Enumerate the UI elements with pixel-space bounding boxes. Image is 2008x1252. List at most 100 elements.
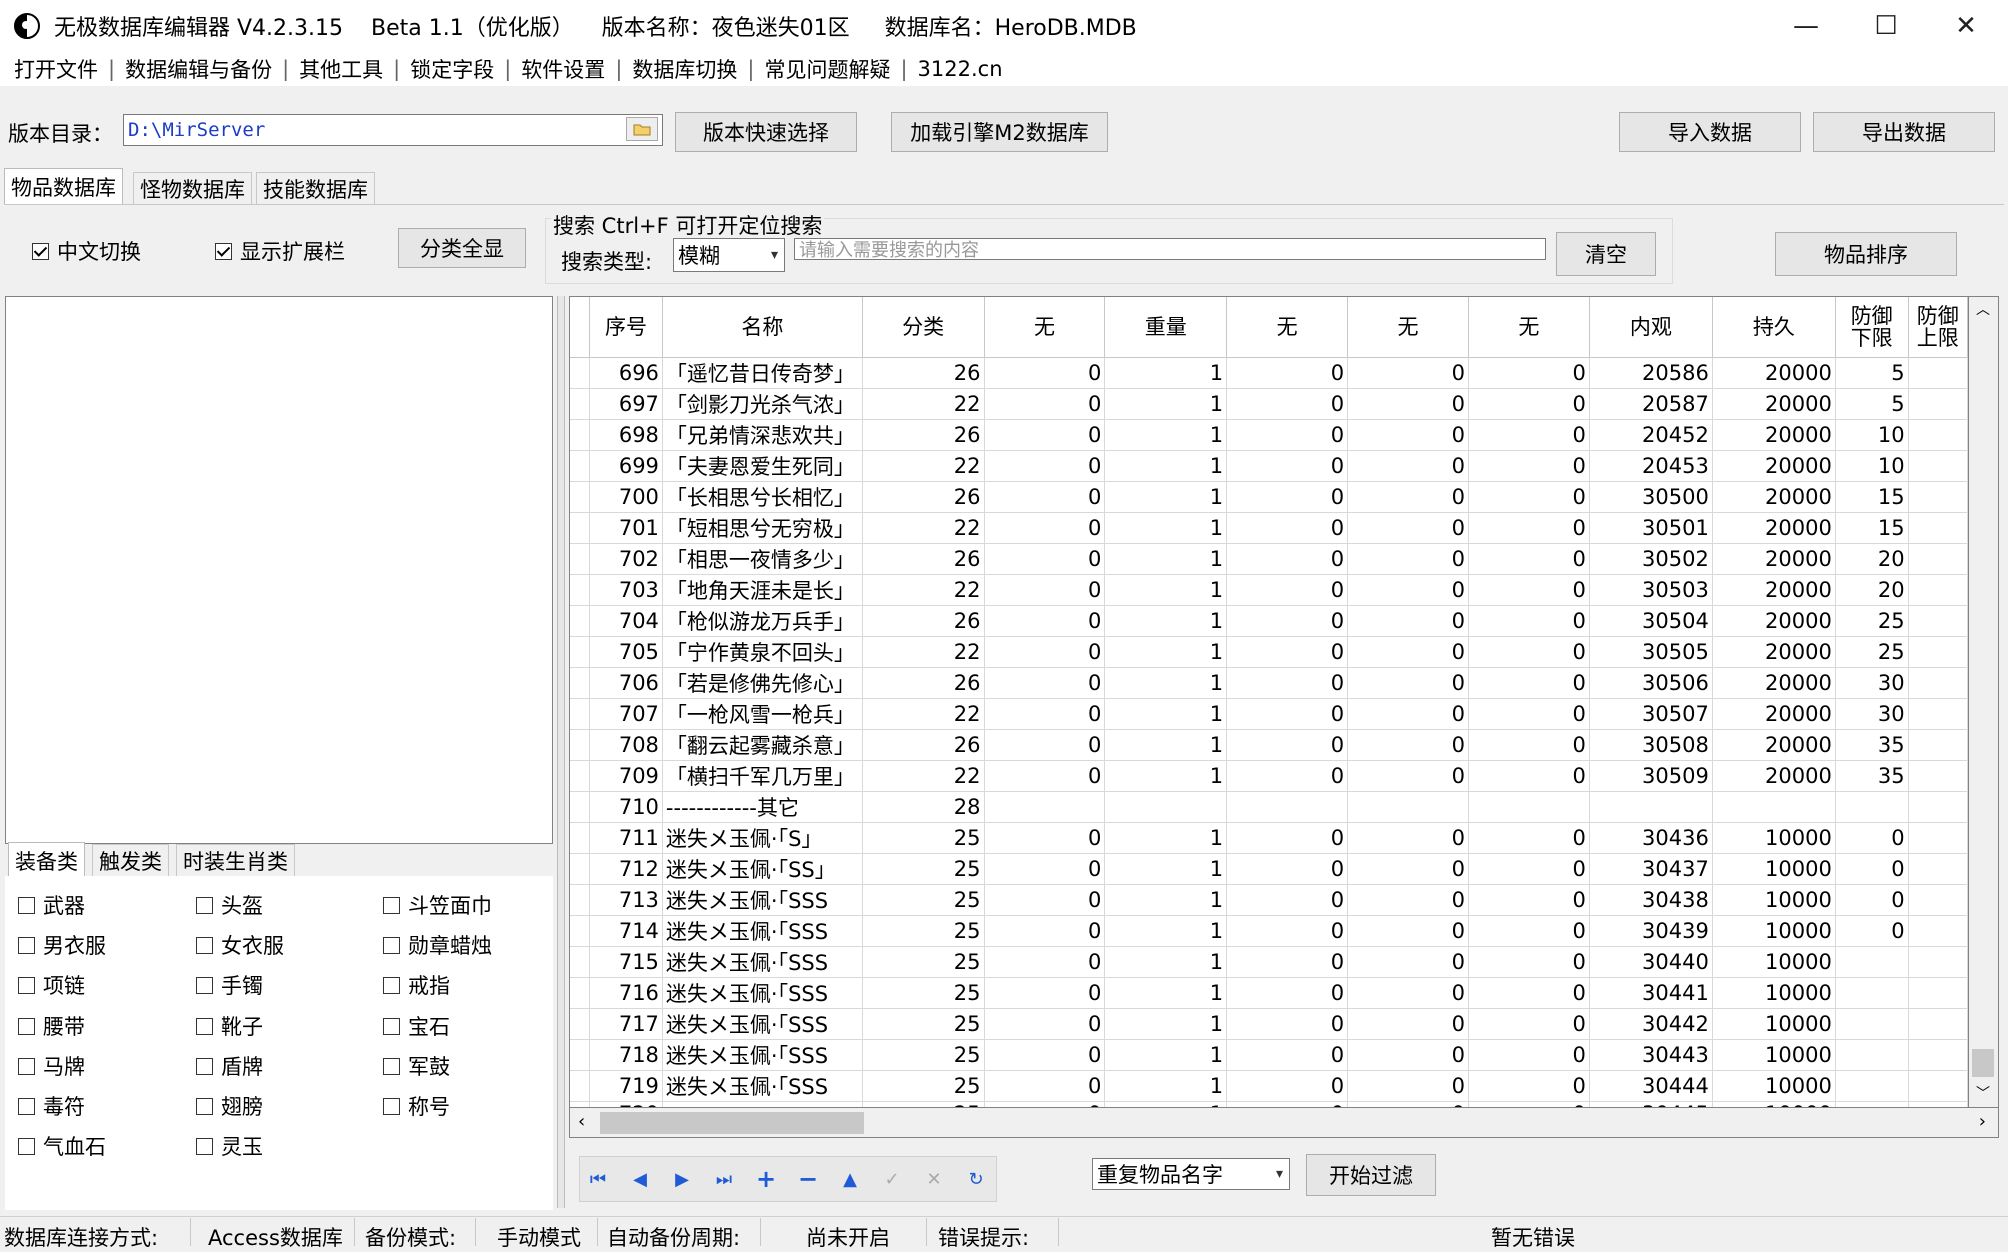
table-row[interactable]: 714 迷失メ玉佩·「SSS 25 0 1 0 0 0 30439 10000 0 (570, 915, 1968, 947)
delete-record-icon[interactable]: − (791, 1162, 825, 1196)
table-cell[interactable]: 700 (589, 481, 663, 513)
table-cell[interactable] (1908, 853, 1968, 885)
table-cell[interactable]: 699 (589, 450, 663, 482)
table-cell[interactable]: 0 (1468, 605, 1590, 637)
table-row[interactable]: 697 「剑影刀光杀气浓」 22 0 1 0 0 0 20587 20000 5 (570, 388, 1968, 420)
table-cell[interactable]: 20000 (1712, 481, 1836, 513)
sort-items-button[interactable]: 物品排序 (1775, 232, 1957, 276)
table-cell[interactable]: 30437 (1589, 853, 1713, 885)
row-header[interactable] (570, 915, 590, 947)
table-cell[interactable]: 0 (984, 357, 1106, 389)
scroll-up-icon[interactable]: ︿ (1969, 299, 1997, 323)
table-cell[interactable]: 20000 (1712, 388, 1836, 420)
table-cell[interactable]: 20000 (1712, 450, 1836, 482)
table-cell[interactable]: 10000 (1712, 1101, 1836, 1107)
table-cell[interactable]: 0 (1226, 760, 1349, 792)
table-cell[interactable]: 10 (1835, 450, 1909, 482)
table-cell[interactable]: 0 (1347, 605, 1469, 637)
filter-type-select[interactable]: 重复物品名字 ▾ (1092, 1158, 1290, 1190)
table-row[interactable]: 712 迷失メ玉佩·「SS」 25 0 1 0 0 0 30437 10000 0 (570, 853, 1968, 885)
column-header[interactable]: 名称 (662, 297, 863, 358)
table-cell[interactable]: 0 (1347, 1008, 1469, 1040)
table-cell[interactable]: 0 (1347, 884, 1469, 916)
table-cell[interactable]: 0 (1347, 574, 1469, 606)
next-record-icon[interactable]: ▶ (665, 1162, 699, 1196)
close-button[interactable]: ✕ (1926, 0, 2006, 52)
table-cell[interactable]: 0 (1468, 574, 1590, 606)
table-cell[interactable]: 10000 (1712, 946, 1836, 978)
table-cell[interactable]: 1 (1104, 450, 1228, 482)
table-cell[interactable]: 0 (1347, 512, 1469, 544)
column-header[interactable]: 重量 (1104, 297, 1228, 358)
table-cell[interactable]: 708 (589, 729, 663, 761)
cancel-record-icon[interactable]: ✕ (917, 1162, 951, 1196)
table-cell[interactable]: 「一枪风雪一枪兵」 (662, 698, 863, 730)
table-cell[interactable]: 30503 (1589, 574, 1713, 606)
table-cell[interactable] (1908, 419, 1968, 451)
table-cell[interactable]: 30 (1835, 667, 1909, 699)
clear-search-button[interactable]: 清空 (1556, 232, 1656, 276)
row-header[interactable] (570, 605, 590, 637)
table-cell[interactable] (1712, 791, 1836, 823)
table-cell[interactable]: 0 (984, 450, 1106, 482)
table-cell[interactable]: 0 (1226, 481, 1349, 513)
table-cell[interactable]: 0 (1468, 357, 1590, 389)
table-cell[interactable]: 0 (1226, 698, 1349, 730)
table-cell[interactable]: 0 (1468, 977, 1590, 1009)
table-row[interactable]: 696 「遥忆昔日传奇梦」 26 0 1 0 0 0 20586 20000 5 (570, 357, 1968, 389)
table-cell[interactable]: 迷失メ玉佩·「S」 (662, 822, 863, 854)
table-cell[interactable]: 0 (1468, 1070, 1590, 1102)
table-cell[interactable]: 0 (1468, 636, 1590, 668)
table-cell[interactable]: 0 (1468, 512, 1590, 544)
table-cell[interactable] (1226, 791, 1349, 823)
table-cell[interactable]: 30445 (1589, 1101, 1713, 1107)
table-cell[interactable] (1908, 729, 1968, 761)
table-cell[interactable]: 0 (1226, 1039, 1349, 1071)
table-cell[interactable]: 0 (1347, 357, 1469, 389)
table-cell[interactable]: 10000 (1712, 822, 1836, 854)
table-row[interactable]: 717 迷失メ玉佩·「SSS 25 0 1 0 0 0 30442 10000 (570, 1008, 1968, 1040)
table-cell[interactable]: 1 (1104, 977, 1228, 1009)
table-cell[interactable]: 0 (984, 1039, 1106, 1071)
table-cell[interactable]: 1 (1104, 481, 1228, 513)
table-cell[interactable]: 10000 (1712, 884, 1836, 916)
table-cell[interactable]: 30440 (1589, 946, 1713, 978)
table-cell[interactable]: 0 (1226, 853, 1349, 885)
table-cell[interactable]: 「横扫千军几万里」 (662, 760, 863, 792)
category-checkbox[interactable]: 翅膀 (196, 1091, 263, 1121)
table-cell[interactable]: 26 (862, 729, 985, 761)
column-header[interactable]: 无 (984, 297, 1106, 358)
horizontal-scrollbar[interactable]: ‹ › (569, 1108, 1999, 1138)
table-cell[interactable] (1908, 636, 1968, 668)
table-cell[interactable]: 20000 (1712, 357, 1836, 389)
table-cell[interactable]: 「遥忆昔日传奇梦」 (662, 357, 863, 389)
table-cell[interactable]: 0 (1226, 388, 1349, 420)
table-cell[interactable] (1835, 977, 1909, 1009)
table-cell[interactable]: 「短相思兮无穷极」 (662, 512, 863, 544)
table-cell[interactable]: 20452 (1589, 419, 1713, 451)
table-cell[interactable]: 704 (589, 605, 663, 637)
table-row[interactable]: 713 迷失メ玉佩·「SSS 25 0 1 0 0 0 30438 10000 0 (570, 884, 1968, 916)
table-cell[interactable]: 0 (1835, 884, 1909, 916)
column-header[interactable]: 防御 上限 (1908, 297, 1968, 358)
table-cell[interactable]: 0 (1347, 1039, 1469, 1071)
table-row[interactable]: 702 「相思一夜情多少」 26 0 1 0 0 0 30502 20000 20 (570, 543, 1968, 575)
table-cell[interactable]: 「地角天涯未是长」 (662, 574, 863, 606)
table-cell[interactable]: 20000 (1712, 636, 1836, 668)
horizontal-scroll-thumb[interactable] (600, 1112, 864, 1134)
table-cell[interactable]: 0 (1835, 822, 1909, 854)
table-cell[interactable] (1908, 574, 1968, 606)
table-cell[interactable] (1908, 791, 1968, 823)
table-cell[interactable]: 0 (1226, 1070, 1349, 1102)
table-cell[interactable]: 22 (862, 636, 985, 668)
first-record-icon[interactable]: ⏮ (581, 1162, 615, 1196)
table-cell[interactable]: 719 (589, 1070, 663, 1102)
table-cell[interactable]: 0 (984, 419, 1106, 451)
table-cell[interactable]: 0 (1468, 915, 1590, 947)
category-checkbox[interactable]: 女衣服 (196, 930, 284, 960)
table-cell[interactable]: 30442 (1589, 1008, 1713, 1040)
table-cell[interactable]: 720 (589, 1101, 663, 1107)
table-cell[interactable]: 715 (589, 946, 663, 978)
table-cell[interactable]: 30 (1835, 698, 1909, 730)
row-header[interactable] (570, 543, 590, 575)
